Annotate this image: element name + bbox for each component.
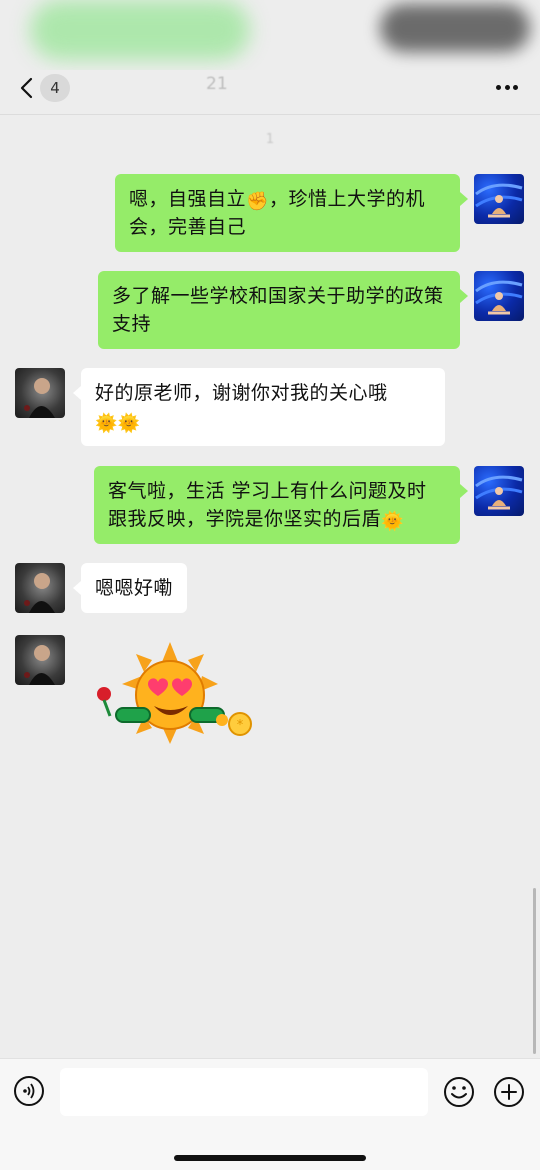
plus-circle-icon[interactable] [493,1076,525,1108]
status-bar [0,0,540,70]
avatar-self[interactable] [474,174,524,224]
voice-icon[interactable] [14,1076,44,1106]
sun-emoji-icon: 🌞🌞 [95,413,141,434]
avatar-self[interactable] [474,271,524,321]
meditation-figure-icon [475,183,523,218]
scrollbar[interactable] [533,888,536,1054]
message-text: 客气啦，生活 学习上有什么问题及时跟我反映，学院是你坚实的后盾 [108,480,427,530]
message-bubble-in[interactable]: 好的原老师，谢谢你对我的关心哦 🌞🌞 [73,368,445,446]
meditation-figure-icon [475,475,523,510]
sun-heart-eyes-sticker[interactable]: * [92,640,262,750]
avatar-peer[interactable] [15,635,65,685]
message-input[interactable] [60,1068,428,1116]
sound-waves-icon [23,1083,35,1099]
message-bubble-out[interactable]: 多了解一些学校和国家关于助学的政策支持 [98,271,468,349]
message-bubble-in[interactable]: 嗯嗯好嘞 [72,563,188,613]
dot [504,85,510,90]
chat-header: 4 21 [0,64,540,114]
avatar-self[interactable] [474,466,524,516]
avatar-peer[interactable] [15,563,65,613]
meditation-figure-icon [475,280,523,315]
message-text: 嗯嗯好嘞 [95,577,174,599]
input-bar [0,1058,540,1170]
person-photo-icon [24,645,55,685]
chat-title: 21 [206,74,228,94]
unread-count-badge[interactable]: 4 [40,74,70,102]
sun-emoji-icon: 🌞 [381,511,404,532]
message-text: 多了解一些学校和国家关于助学的政策支持 [112,285,444,335]
message-timestamp: 1 [265,132,275,147]
smile-icon[interactable] [443,1076,475,1108]
avatar-peer[interactable] [15,368,65,418]
message-bubble-out[interactable]: 客气啦，生活 学习上有什么问题及时跟我反映，学院是你坚实的后盾🌞 [94,466,468,544]
message-bubble-out[interactable]: 嗯，自强自立✊，珍惜上大学的机会，完善自己 [115,174,468,252]
svg-text:*: * [237,718,244,733]
fist-emoji-icon: ✊ [246,191,269,212]
chevron-left-icon[interactable] [16,76,40,100]
message-text: 好的原老师，谢谢你对我的关心哦 [95,382,388,404]
dot [513,85,518,90]
home-indicator[interactable] [174,1155,366,1161]
person-photo-icon [24,378,55,418]
blurred-region [30,0,250,60]
more-dots-icon[interactable] [496,85,518,91]
message-text: 嗯，自强自立 [129,188,247,210]
dot [496,85,501,90]
person-photo-icon [24,573,55,613]
blurred-region [380,4,530,52]
header-divider [0,114,540,115]
